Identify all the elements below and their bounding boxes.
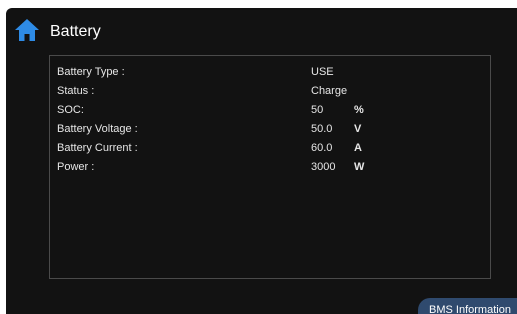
power-value: 3000 (311, 161, 336, 173)
battery-voltage-label: Battery Voltage : (57, 123, 138, 135)
home-icon (15, 19, 39, 41)
battery-info-panel: Battery Type : USE Status : Charge SOC: … (49, 55, 491, 279)
status-value: Charge (311, 85, 348, 97)
battery-current-label: Battery Current : (57, 142, 138, 154)
battery-type-value: USE (311, 66, 334, 78)
soc-row: SOC: 50 % (50, 101, 490, 119)
battery-voltage-unit: V (354, 123, 362, 135)
power-unit: W (354, 161, 365, 173)
soc-value: 50 (311, 104, 324, 116)
power-row: Power : 3000 W (50, 158, 490, 176)
soc-label: SOC: (57, 104, 84, 116)
battery-voltage-value: 50.0 (311, 123, 333, 135)
battery-current-value: 60.0 (311, 142, 333, 154)
battery-current-row: Battery Current : 60.0 A (50, 139, 490, 157)
bms-information-button[interactable]: BMS Information (418, 298, 517, 314)
battery-screen: Battery Battery Type : USE Status : Char… (6, 8, 517, 314)
page-title: Battery (50, 23, 101, 40)
battery-type-label: Battery Type : (57, 66, 125, 78)
home-button[interactable] (14, 17, 40, 43)
battery-type-row: Battery Type : USE (50, 63, 490, 81)
power-label: Power : (57, 161, 95, 173)
battery-voltage-row: Battery Voltage : 50.0 V (50, 120, 490, 138)
status-label: Status : (57, 85, 95, 97)
status-row: Status : Charge (50, 82, 490, 100)
soc-unit: % (354, 104, 364, 116)
battery-current-unit: A (354, 142, 362, 154)
